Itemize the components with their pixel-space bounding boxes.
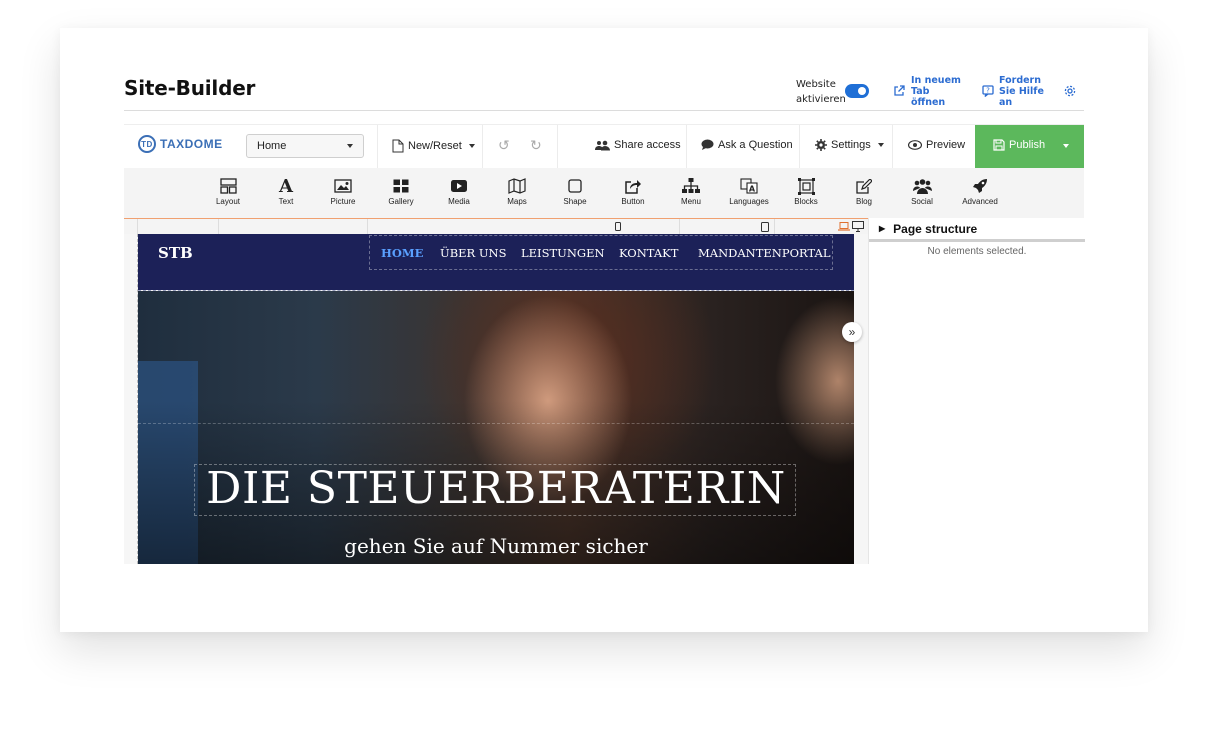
- header-divider: [124, 110, 1084, 111]
- page-structure-header[interactable]: ▶ Page structure: [869, 218, 1085, 242]
- button-icon: [625, 179, 641, 194]
- picture-icon: [334, 179, 352, 193]
- open-in-new-tab-link[interactable]: In neuem Tab öffnen: [911, 75, 961, 108]
- site-nav-home[interactable]: HOME: [381, 246, 423, 260]
- advanced-icon: [973, 179, 987, 193]
- hero-section[interactable]: DIE STEUERBERATERIN gehen Sie auf Nummer…: [138, 291, 854, 564]
- laptop-view-icon[interactable]: [838, 222, 850, 231]
- hero-subtitle[interactable]: gehen Sie auf Nummer sicher: [138, 534, 854, 558]
- tool-text[interactable]: A Text: [258, 175, 314, 207]
- tool-gallery[interactable]: Gallery: [373, 175, 429, 206]
- maps-icon: [508, 178, 526, 194]
- file-icon: [392, 139, 404, 153]
- page-title: Site-Builder: [124, 76, 256, 100]
- external-link-icon[interactable]: [893, 85, 905, 97]
- tool-blocks[interactable]: Blocks: [778, 175, 834, 206]
- tool-languages[interactable]: A Languages: [721, 175, 777, 206]
- layout-icon: [219, 178, 237, 194]
- save-icon: [993, 139, 1005, 151]
- eye-icon: [908, 140, 922, 150]
- menu-icon: [682, 178, 700, 193]
- redo-button[interactable]: ↻: [530, 137, 542, 154]
- svg-text:A: A: [749, 185, 756, 194]
- double-chevron-right-icon: »: [848, 325, 856, 339]
- mobile-view-icon[interactable]: [615, 222, 621, 231]
- canvas-ruler: [124, 218, 868, 235]
- chevron-down-icon: [347, 144, 353, 148]
- tool-blog[interactable]: Blog: [836, 175, 892, 206]
- undo-icon: ↺: [498, 137, 510, 153]
- tablet-view-icon[interactable]: [761, 222, 769, 232]
- site-nav-about[interactable]: ÜBER UNS: [440, 246, 506, 260]
- tool-menu[interactable]: Menu: [663, 175, 719, 206]
- blocks-icon: [797, 177, 815, 195]
- main-toolbar: TD TAXDOME Home New/Reset ↺ ↻ Share acce…: [124, 124, 1084, 169]
- publish-button[interactable]: Publish: [975, 125, 1084, 169]
- tool-button[interactable]: Button: [605, 175, 661, 206]
- social-icon: [912, 178, 932, 194]
- preview-button[interactable]: Preview: [908, 139, 965, 151]
- chat-icon: [701, 139, 714, 150]
- media-icon: [451, 180, 467, 192]
- tool-shape[interactable]: Shape: [547, 175, 603, 206]
- site-header[interactable]: STB HOME ÜBER UNS LEISTUNGEN KONTAKT MAN…: [138, 234, 854, 290]
- share-access-button[interactable]: Share access: [595, 139, 681, 151]
- caret-right-icon: ▶: [879, 224, 886, 233]
- gear-icon: [815, 139, 827, 151]
- settings-button[interactable]: Settings: [815, 139, 884, 151]
- gallery-icon: [393, 179, 409, 193]
- site-nav-menu[interactable]: HOME ÜBER UNS LEISTUNGEN KONTAKT MANDANT…: [369, 235, 833, 270]
- no-selection-text: No elements selected.: [927, 246, 1027, 257]
- page-structure-panel: ▶ Page structure No elements selected.: [868, 218, 1085, 564]
- taxdome-logo: TD TAXDOME: [138, 135, 223, 153]
- users-icon: [595, 140, 610, 150]
- website-activate-toggle[interactable]: [845, 84, 869, 98]
- tool-media[interactable]: Media: [431, 175, 487, 206]
- gear-icon[interactable]: [1064, 85, 1076, 97]
- ask-question-button[interactable]: Ask a Question: [701, 139, 793, 151]
- request-help-link[interactable]: Fordern Sie Hilfe an: [999, 75, 1044, 108]
- tool-picture[interactable]: Picture: [315, 175, 371, 206]
- help-chat-icon[interactable]: ?: [982, 85, 994, 97]
- shape-icon: [568, 179, 582, 193]
- desktop-view-icon[interactable]: [852, 221, 864, 232]
- site-nav-contact[interactable]: KONTAKT: [619, 246, 678, 260]
- undo-button[interactable]: ↺: [498, 137, 510, 154]
- expand-panel-button[interactable]: »: [842, 322, 862, 342]
- tool-social[interactable]: Social: [894, 175, 950, 206]
- new-reset-button[interactable]: New/Reset: [392, 139, 475, 153]
- svg-text:?: ?: [986, 87, 990, 95]
- blog-icon: [856, 178, 872, 194]
- languages-icon: A: [740, 178, 758, 194]
- hero-title[interactable]: DIE STEUERBERATERIN: [138, 463, 854, 514]
- tool-maps[interactable]: Maps: [489, 175, 545, 206]
- redo-icon: ↻: [530, 137, 542, 153]
- tool-advanced[interactable]: Advanced: [952, 175, 1008, 206]
- website-activate-label: Website aktivieren: [796, 79, 846, 105]
- text-icon: A: [279, 175, 293, 197]
- tool-layout[interactable]: Layout: [200, 175, 256, 206]
- element-toolbar: Layout A Text Picture Gallery Media Maps…: [124, 168, 1084, 218]
- page-select[interactable]: Home: [246, 134, 364, 158]
- site-logo[interactable]: STB: [158, 244, 193, 262]
- publish-dropdown-caret[interactable]: [1063, 144, 1069, 148]
- site-nav-client-portal[interactable]: MANDANTENPORTAL: [698, 246, 830, 260]
- site-nav-services[interactable]: LEISTUNGEN: [521, 246, 605, 260]
